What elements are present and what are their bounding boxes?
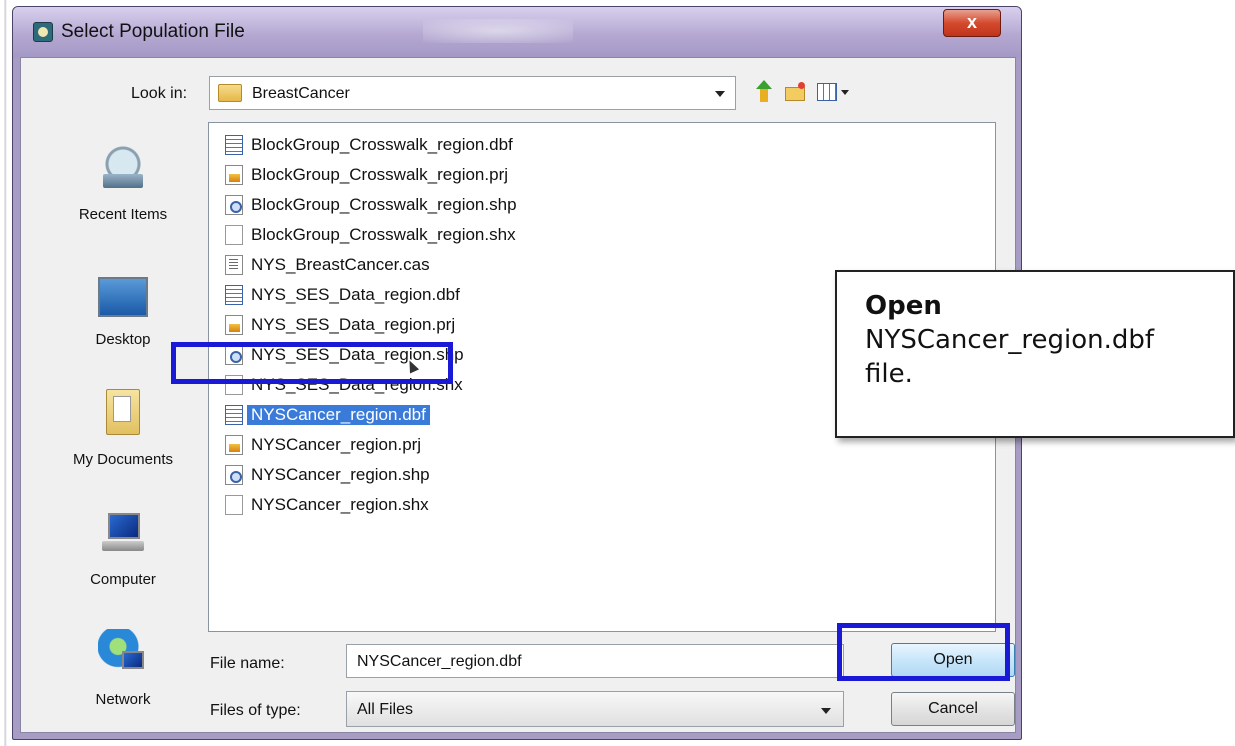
desktop-icon (98, 277, 148, 317)
folder-icon (218, 84, 242, 102)
dbf-file-icon (225, 135, 243, 155)
file-name: NYSCancer_region.dbf (247, 405, 430, 425)
dbf-file-icon (225, 285, 243, 305)
instruction-callout: Open NYSCancer_region.dbf file. (835, 270, 1235, 438)
title-bar-glare (423, 19, 573, 43)
recent-items-icon (98, 144, 148, 194)
cas-file-icon (225, 255, 243, 275)
file-name: NYSCancer_region.shx (251, 495, 429, 514)
prj-file-icon (225, 315, 243, 335)
callout-filename: NYSCancer_region.dbf (865, 324, 1155, 355)
shx-file-icon (225, 495, 243, 515)
place-label: Recent Items (78, 206, 168, 223)
place-recent-items[interactable]: Recent Items (48, 144, 198, 244)
background-edge (0, 0, 8, 746)
callout-suffix: file. (865, 358, 913, 389)
file-name: BlockGroup_Crosswalk_region.shp (251, 195, 517, 214)
file-type-value: All Files (357, 701, 414, 718)
prj-file-icon (225, 165, 243, 185)
file-type-label: Files of type: (210, 702, 301, 719)
view-menu-icon[interactable] (815, 80, 849, 104)
chevron-down-icon[interactable] (821, 708, 831, 714)
file-name: NYSCancer_region.prj (251, 435, 422, 454)
file-name: BlockGroup_Crosswalk_region.prj (251, 165, 509, 184)
close-button[interactable]: x (943, 9, 1001, 37)
file-name: NYS_SES_Data_region.dbf (251, 285, 460, 304)
open-button-highlight-box (837, 623, 1010, 681)
list-item[interactable]: NYSCancer_region.shx (209, 490, 969, 520)
dialog-title: Select Population File (61, 21, 245, 42)
network-icon (98, 629, 148, 679)
file-name-input[interactable]: NYSCancer_region.dbf (346, 644, 844, 678)
file-name: NYS_SES_Data_region.prj (251, 315, 456, 334)
dbf-file-icon (225, 405, 243, 425)
place-my-documents[interactable]: My Documents (48, 389, 198, 489)
place-label: Network (95, 691, 151, 708)
title-bar[interactable]: Select Population File x (13, 7, 1021, 57)
look-in-combobox[interactable]: BreastCancer (209, 76, 736, 110)
callout-action: Open (865, 291, 942, 321)
look-in-value: BreastCancer (252, 85, 350, 102)
my-documents-icon (106, 389, 140, 435)
shx-file-icon (225, 225, 243, 245)
list-item[interactable]: BlockGroup_Crosswalk_region.shx (209, 220, 969, 250)
file-name-label: File name: (210, 655, 285, 672)
list-item[interactable]: BlockGroup_Crosswalk_region.dbf (209, 130, 969, 160)
place-computer[interactable]: Computer (48, 509, 198, 609)
computer-icon (98, 509, 148, 559)
file-name: BlockGroup_Crosswalk_region.shx (251, 225, 516, 244)
file-name: BlockGroup_Crosswalk_region.dbf (251, 135, 513, 154)
place-network[interactable]: Network (48, 629, 198, 729)
cancel-button[interactable]: Cancel (891, 692, 1015, 726)
place-label: My Documents (72, 451, 174, 468)
file-name: NYSCancer_region.shp (251, 465, 430, 484)
list-item[interactable]: NYSCancer_region.shp (209, 460, 969, 490)
list-item[interactable]: BlockGroup_Crosswalk_region.shp (209, 190, 969, 220)
new-folder-icon[interactable] (783, 80, 807, 104)
list-item[interactable]: BlockGroup_Crosswalk_region.prj (209, 160, 969, 190)
look-in-label: Look in: (131, 85, 188, 102)
up-folder-icon[interactable] (754, 80, 778, 104)
app-icon (33, 22, 53, 42)
file-type-select[interactable]: All Files (346, 691, 844, 727)
shp-file-icon (225, 465, 243, 485)
chevron-down-icon[interactable] (715, 91, 725, 97)
place-label: Computer (90, 571, 156, 588)
shp-file-icon (225, 195, 243, 215)
prj-file-icon (225, 435, 243, 455)
file-name: NYS_BreastCancer.cas (251, 255, 430, 274)
